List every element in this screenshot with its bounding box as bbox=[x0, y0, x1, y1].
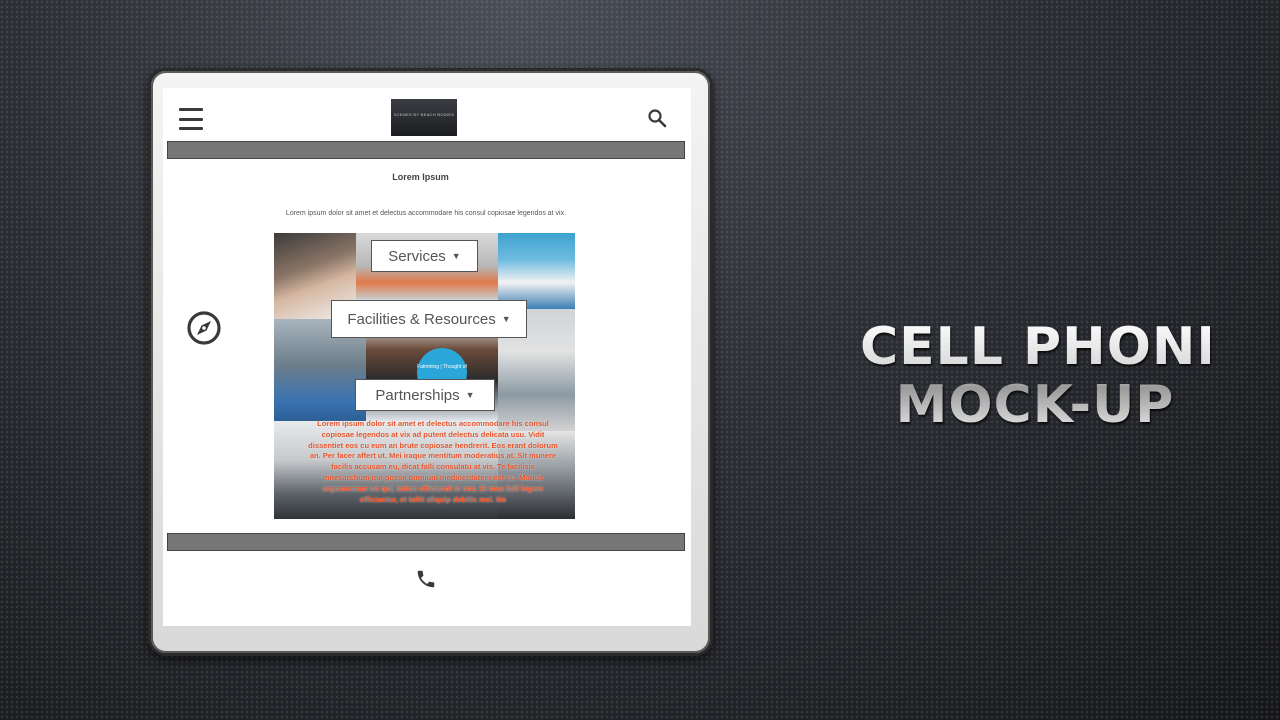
compass-icon[interactable] bbox=[186, 310, 222, 346]
headline: CELL PHONE MOCK-UP bbox=[860, 318, 1210, 434]
headline-line-1: CELL PHONE bbox=[860, 317, 1233, 377]
photo-tile-dumbbells bbox=[498, 233, 575, 309]
site-logo[interactable]: SCENES BY BEACH BODIES bbox=[391, 99, 457, 136]
fitness-photo-collage: Fatmining | Thought of Services ▼ Facili… bbox=[274, 233, 575, 519]
chevron-down-icon: ▼ bbox=[465, 390, 475, 400]
facilities-resources-dropdown-button[interactable]: Facilities & Resources ▼ bbox=[331, 300, 527, 338]
page-title: Lorem Ipsum bbox=[392, 172, 449, 182]
page-description: Lorem ipsum dolor sit amet et delectus a… bbox=[285, 210, 567, 217]
chevron-down-icon: ▼ bbox=[451, 251, 461, 261]
bottom-nav-bar bbox=[167, 533, 685, 551]
facilities-resources-label: Facilities & Resources bbox=[347, 310, 496, 328]
headline-line-2: MOCK-UP bbox=[895, 375, 1175, 435]
top-nav-bar bbox=[167, 141, 685, 159]
overlay-paragraph: Lorem ipsum dolor sit amet et delectus a… bbox=[308, 419, 558, 504]
phone-screen: SCENES BY BEACH BODIES Lorem Ipsum Lorem… bbox=[163, 88, 691, 626]
phone-icon[interactable] bbox=[415, 568, 437, 590]
services-label: Services bbox=[388, 247, 446, 265]
partnerships-label: Partnerships bbox=[375, 386, 460, 404]
chevron-down-icon: ▼ bbox=[501, 314, 511, 324]
hamburger-menu-icon[interactable] bbox=[179, 108, 203, 130]
search-icon[interactable] bbox=[647, 108, 667, 128]
partnerships-dropdown-button[interactable]: Partnerships ▼ bbox=[355, 379, 495, 411]
services-dropdown-button[interactable]: Services ▼ bbox=[371, 240, 478, 272]
